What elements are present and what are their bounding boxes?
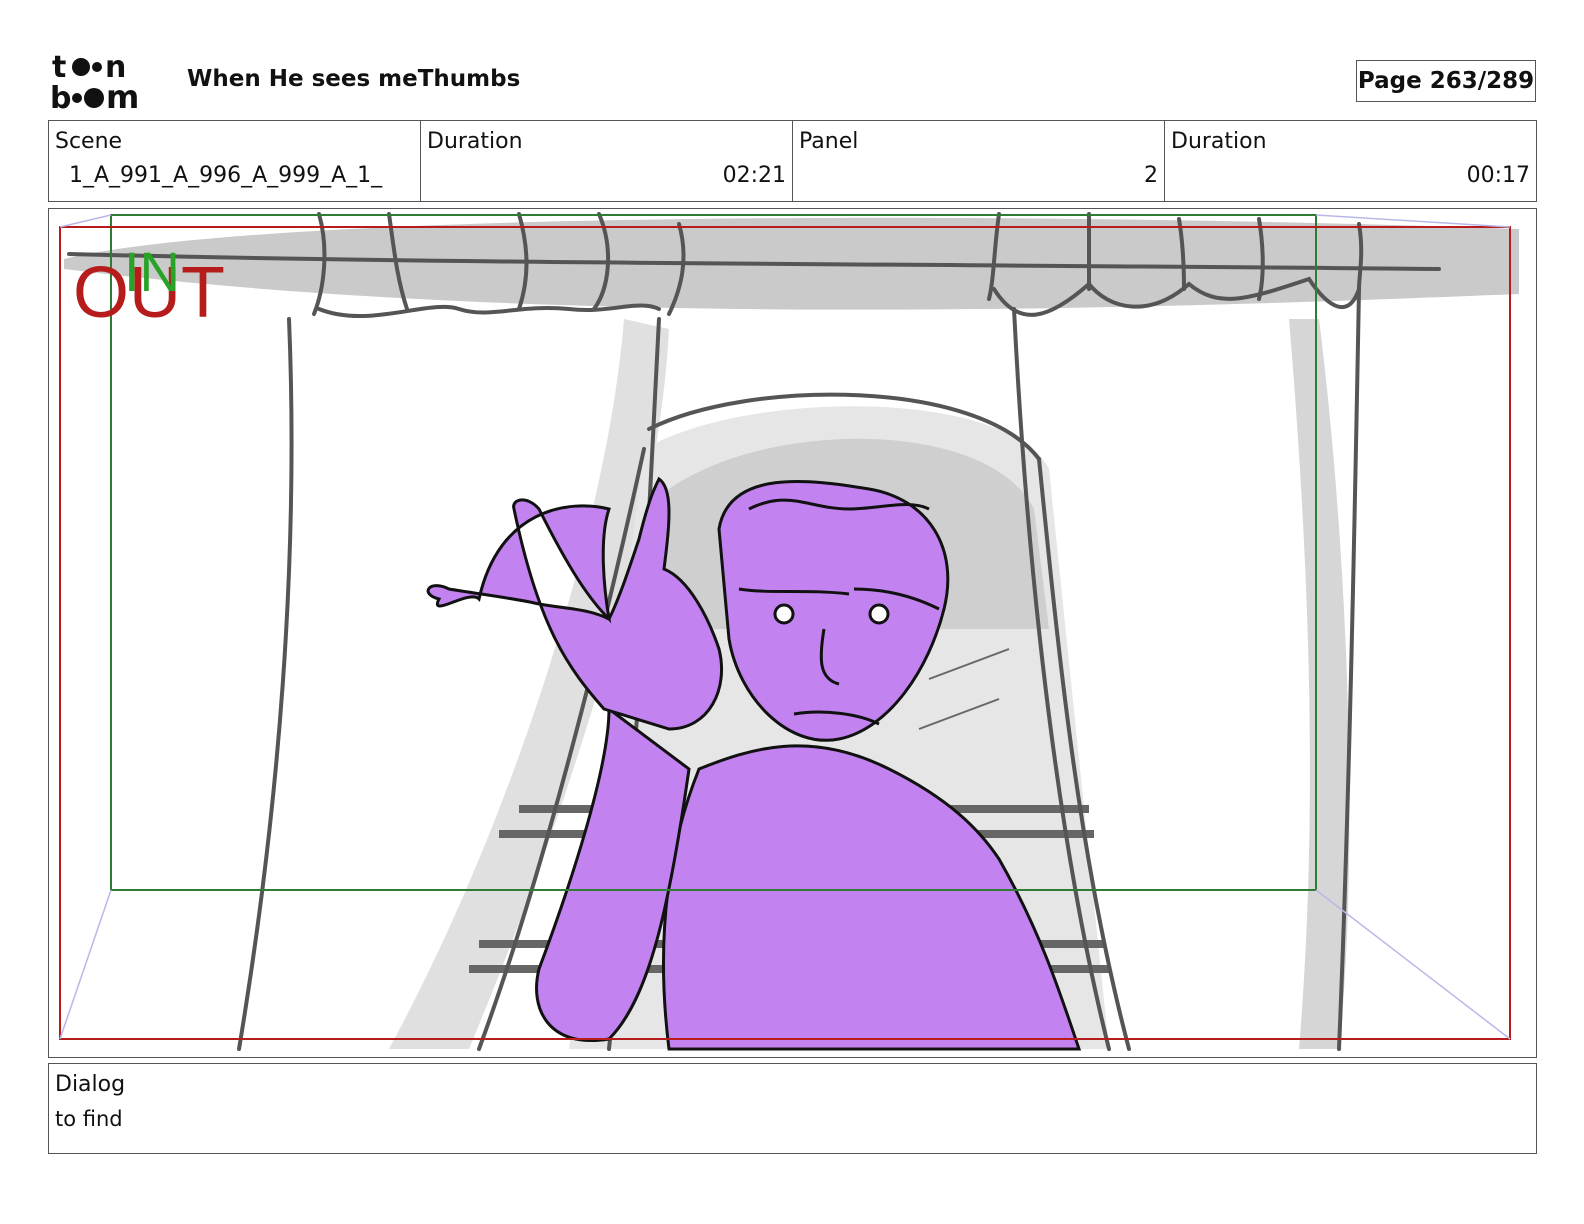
scene-cell: Scene 1_A_991_A_996_A_999_A_1_ (49, 121, 421, 201)
panel-duration-cell: Duration 00:17 (1165, 121, 1536, 201)
svg-text:b: b (50, 81, 71, 112)
panel-cell: Panel 2 (793, 121, 1165, 201)
toon-boom-logo: t n b m (50, 50, 165, 116)
scene-value: 1_A_991_A_996_A_999_A_1_ (69, 163, 383, 188)
dialog-label: Dialog (55, 1072, 126, 1097)
page-number: Page 263/289 (1356, 60, 1536, 102)
scene-duration-cell: Duration 02:21 (421, 121, 793, 201)
scene-duration-label: Duration (427, 129, 523, 154)
svg-text:t: t (52, 50, 66, 85)
scene-info-table: Scene 1_A_991_A_996_A_999_A_1_ Duration … (48, 120, 1537, 202)
scene-label: Scene (55, 129, 123, 154)
storyboard-panel: OUT IN (48, 208, 1537, 1058)
in-label: IN (124, 240, 180, 303)
panel-value: 2 (1144, 163, 1158, 188)
dialog-box: Dialog to find (48, 1063, 1537, 1154)
dialog-text: to find (55, 1107, 123, 1131)
panel-duration-value: 00:17 (1466, 163, 1530, 188)
svg-text:m: m (106, 78, 139, 112)
panel-duration-label: Duration (1171, 129, 1267, 154)
scene-duration-value: 02:21 (722, 163, 786, 188)
panel-drawing: OUT IN (59, 212, 1519, 1051)
panel-label: Panel (799, 129, 859, 154)
document-title: When He sees meThumbs (187, 66, 521, 92)
